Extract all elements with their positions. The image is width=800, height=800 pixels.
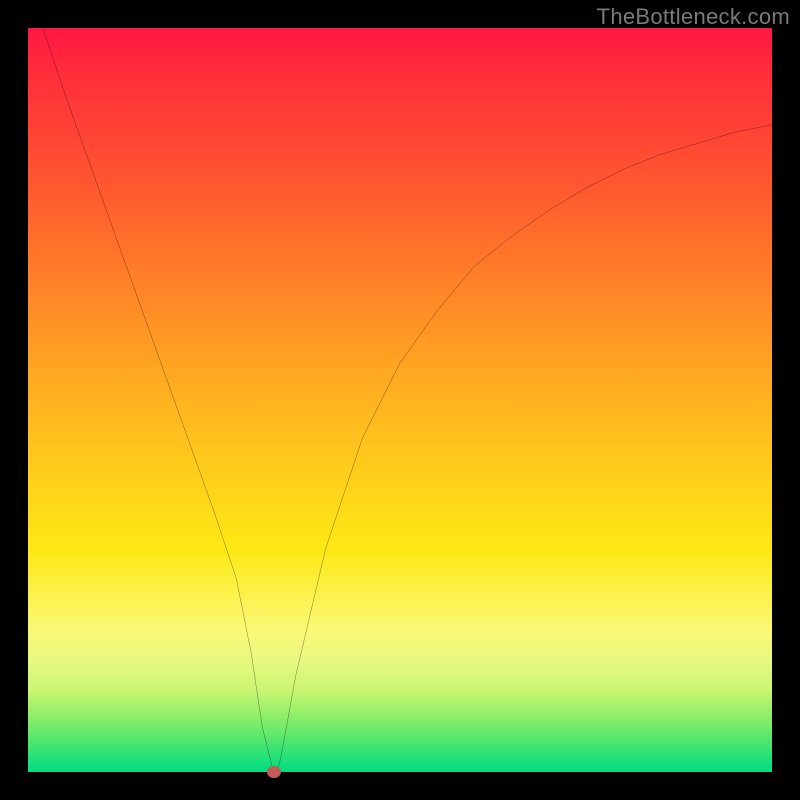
chart-frame: TheBottleneck.com [0, 0, 800, 800]
watermark-text: TheBottleneck.com [597, 4, 790, 30]
minimum-marker [267, 766, 281, 778]
plot-area [28, 28, 772, 772]
bottleneck-curve [28, 28, 772, 772]
